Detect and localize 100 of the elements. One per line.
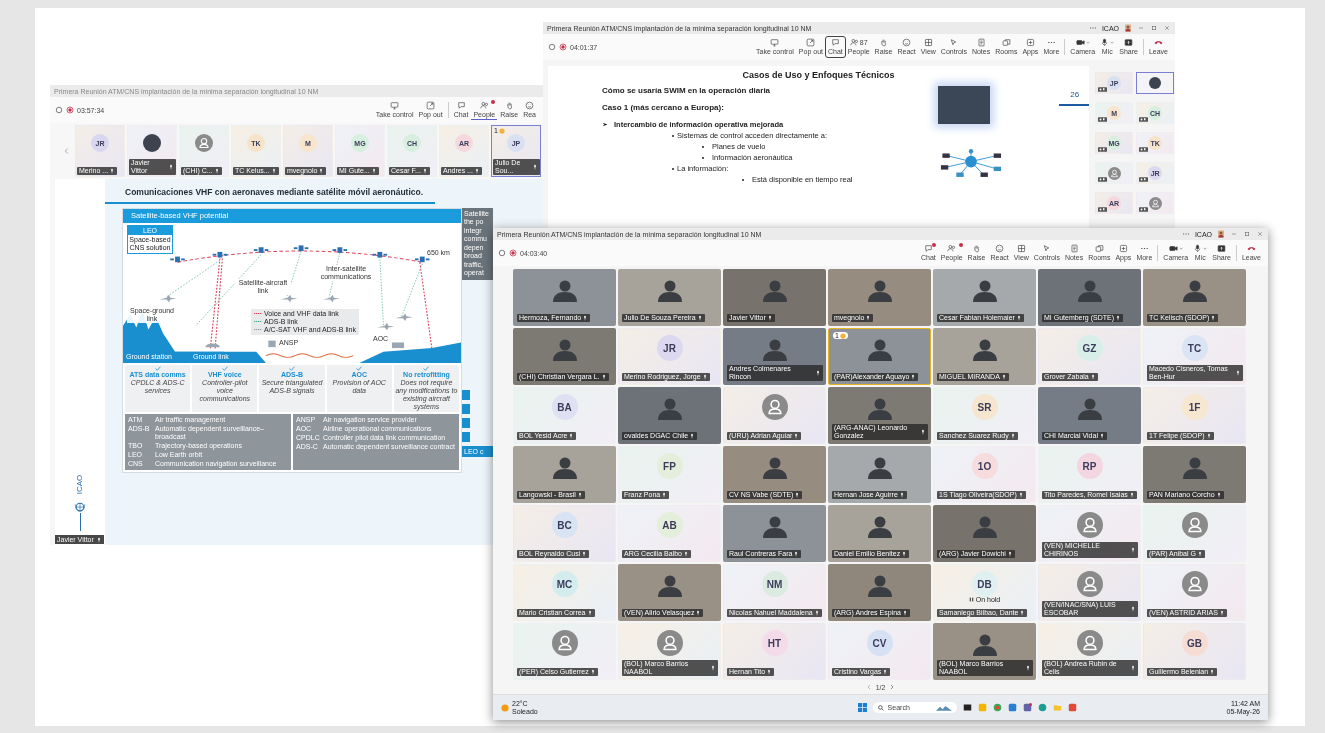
phone-icon — [1153, 38, 1163, 47]
check-icon — [356, 365, 363, 371]
user-avatar-icon[interactable] — [1124, 24, 1132, 32]
person-avatar-icon — [1076, 630, 1103, 656]
avatar-initials: AB — [656, 512, 683, 538]
person-avatar-icon — [656, 630, 683, 656]
phone-icon — [1246, 244, 1256, 253]
close-icon[interactable] — [1163, 24, 1171, 32]
avatar-initials: JR — [656, 335, 683, 361]
participant-tile[interactable] — [1095, 162, 1134, 184]
shield-icon — [55, 106, 63, 114]
smiley-icon — [995, 244, 1005, 253]
chat-icon — [923, 244, 933, 253]
check-icon — [289, 365, 295, 371]
notes-icon — [1069, 244, 1079, 253]
cursor-icon — [949, 38, 959, 47]
participant-tile[interactable] — [1136, 192, 1175, 214]
person-avatar-icon — [761, 394, 788, 420]
more-icon[interactable] — [1088, 24, 1097, 32]
cursor-icon — [1042, 244, 1052, 253]
slide-title: Casos de Uso y Enfoques Técnicos — [741, 70, 896, 80]
smiley-icon — [525, 101, 535, 110]
avatar-initials: MC — [551, 571, 578, 597]
share-icon — [1124, 38, 1134, 47]
profile-photo-placeholder — [143, 134, 161, 152]
rooms-icon — [1001, 38, 1011, 47]
person-avatar-icon — [1181, 571, 1208, 597]
smiley-icon — [902, 38, 912, 47]
avatar-initials: FP — [656, 453, 683, 479]
pop-out-icon — [806, 38, 816, 47]
chat-icon — [456, 101, 466, 110]
person-avatar-icon — [1107, 166, 1121, 180]
avatar-initials: HT — [761, 630, 788, 656]
record-icon — [66, 106, 74, 114]
person-avatar-icon — [551, 630, 578, 656]
caret-icon — [1178, 247, 1183, 250]
avatar-initials: BA — [551, 394, 578, 420]
people-icon — [479, 101, 489, 110]
rooms-icon — [1094, 244, 1104, 253]
pop-out-icon — [426, 101, 436, 110]
raised-hand-icon — [839, 332, 846, 339]
chat-icon — [830, 38, 840, 47]
close-icon[interactable] — [1256, 230, 1264, 238]
more-icon[interactable] — [1181, 230, 1190, 238]
person-avatar-icon — [1148, 196, 1162, 210]
sun-icon — [501, 703, 509, 712]
people-icon — [947, 244, 957, 253]
pause-icon — [968, 597, 974, 602]
plus-icon — [1118, 244, 1128, 253]
panel-tab-marker — [462, 417, 470, 428]
hand-icon — [972, 244, 982, 253]
grid-icon — [923, 38, 933, 47]
photo-placeholder — [938, 86, 990, 124]
slide-title: Comunicaciones VHF con aeronaves mediante satélite móvil aeronáutico. — [124, 187, 425, 197]
video-camera-icon — [1168, 244, 1178, 253]
avatar-initials: RP — [1076, 453, 1103, 479]
plus-icon — [1025, 38, 1035, 47]
avatar-initials: DB — [971, 571, 998, 597]
windows-logo-icon[interactable] — [857, 703, 867, 712]
person-avatar-icon — [1076, 571, 1103, 597]
people-icon — [849, 38, 859, 47]
record-icon — [559, 43, 567, 51]
chevron-right-icon[interactable] — [890, 684, 895, 690]
check-icon — [154, 365, 161, 371]
panel-tab-marker — [462, 389, 470, 400]
notification-badge — [491, 100, 496, 104]
shield-icon — [498, 249, 506, 257]
video-camera-icon — [1075, 38, 1085, 47]
logo-text: ICAO — [75, 474, 85, 495]
slide-subtitle: Cómo se usaría SWIM en la operación diaria — [602, 86, 772, 95]
network-drawing — [938, 146, 1004, 180]
profile-photo-placeholder — [1149, 77, 1162, 89]
monitor-icon — [770, 38, 780, 47]
avatar-initials: NM — [761, 571, 788, 597]
participant-tile[interactable] — [1136, 72, 1175, 94]
avatar-initials: GZ — [1076, 335, 1103, 361]
person-avatar-icon — [1076, 512, 1103, 538]
raised-hand-icon — [498, 127, 505, 134]
notification-badge — [931, 243, 936, 247]
avatar-initials: SR — [971, 394, 998, 420]
avatar-initials: BC — [551, 512, 578, 538]
check-icon — [423, 365, 430, 371]
panel-tab-marker — [462, 431, 470, 442]
chevron-left-icon[interactable] — [866, 684, 871, 690]
arrow-bullet-icon — [602, 122, 608, 127]
user-avatar-icon[interactable] — [1217, 230, 1225, 238]
shield-icon — [548, 43, 556, 51]
person-avatar-icon — [1181, 512, 1208, 538]
avatar-initials: TC — [1181, 335, 1208, 361]
monitor-icon — [390, 101, 400, 110]
avatar-initials: GB — [1181, 630, 1208, 656]
grid-icon — [1016, 244, 1026, 253]
check-icon — [221, 365, 228, 371]
person-avatar-icon — [195, 134, 213, 152]
notes-icon — [976, 38, 986, 47]
record-icon — [509, 249, 517, 257]
maximize-icon[interactable] — [1243, 230, 1251, 238]
landscape-icon — [935, 704, 952, 711]
maximize-icon[interactable] — [1150, 24, 1158, 32]
hand-icon — [504, 101, 514, 110]
